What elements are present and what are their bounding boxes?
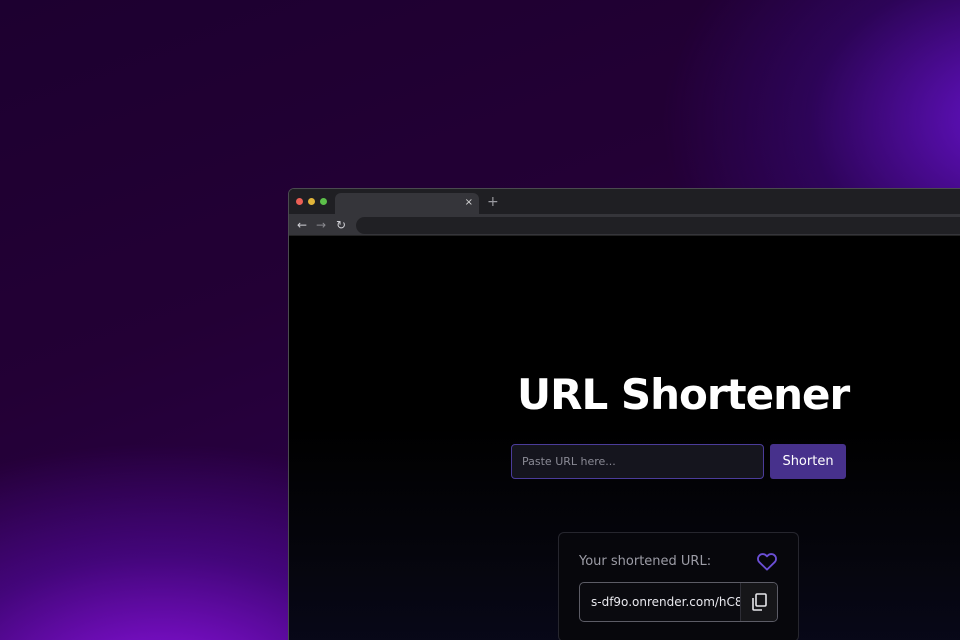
- close-window-button[interactable]: [296, 198, 303, 205]
- shorten-button[interactable]: Shorten: [770, 444, 846, 479]
- maximize-window-button[interactable]: [320, 198, 327, 205]
- short-url-text[interactable]: s-df9o.onrender.com/hC8: [591, 595, 741, 609]
- tab-close-icon[interactable]: ×: [465, 196, 473, 210]
- address-bar[interactable]: [356, 217, 960, 234]
- browser-window: × + ← → ↻ URL Shortener Shorten Your sho…: [288, 188, 960, 640]
- short-url-box: s-df9o.onrender.com/hC8: [579, 582, 778, 622]
- result-label: Your shortened URL:: [579, 554, 712, 569]
- minimize-window-button[interactable]: [308, 198, 315, 205]
- tab-bar: × +: [289, 189, 960, 214]
- browser-tab[interactable]: ×: [335, 193, 479, 214]
- url-input[interactable]: [511, 444, 764, 479]
- page-title: URL Shortener: [517, 370, 850, 419]
- copy-icon: [752, 593, 767, 611]
- new-tab-button[interactable]: +: [487, 194, 499, 210]
- reload-icon[interactable]: ↻: [336, 217, 346, 233]
- heart-icon[interactable]: [756, 551, 778, 571]
- browser-toolbar: ← → ↻: [289, 214, 960, 236]
- back-arrow-icon[interactable]: ←: [297, 217, 307, 233]
- forward-arrow-icon[interactable]: →: [316, 217, 326, 233]
- page-viewport: URL Shortener Shorten Your shortened URL…: [289, 236, 960, 640]
- copy-button[interactable]: [740, 583, 777, 621]
- result-card: Your shortened URL: s-df9o.onrender.com/…: [558, 532, 799, 640]
